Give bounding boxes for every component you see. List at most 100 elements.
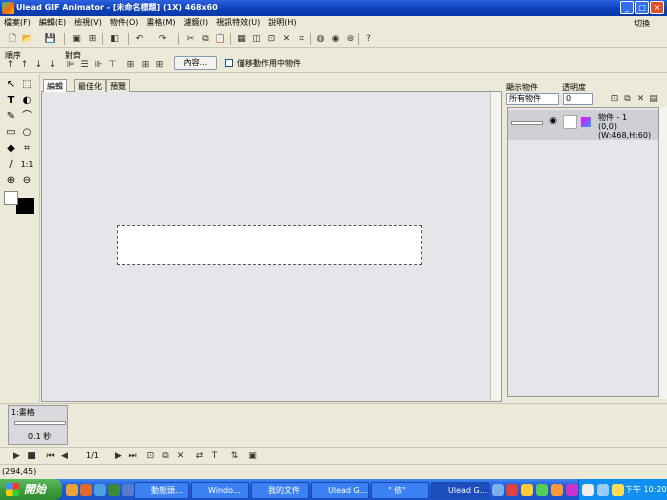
- prev-frame-icon[interactable]: ◀: [58, 450, 71, 462]
- duplicate-object-icon[interactable]: ⧉: [621, 93, 634, 105]
- transform-icon[interactable]: ◐: [20, 94, 34, 108]
- save-icon[interactable]: 💾: [44, 33, 57, 45]
- tray-icon-5[interactable]: [566, 484, 578, 496]
- move-active-checkbox[interactable]: [225, 59, 233, 67]
- redo-icon[interactable]: ↷: [156, 33, 169, 45]
- frame-props-icon[interactable]: ◫: [250, 33, 263, 45]
- send-backward-icon[interactable]: ↓: [32, 59, 45, 71]
- zoom-out-icon[interactable]: ⊖: [20, 174, 34, 188]
- undo-icon[interactable]: ↶: [133, 33, 146, 45]
- open-icon[interactable]: 📂: [21, 33, 34, 45]
- last-frame-icon[interactable]: ⏭: [126, 450, 139, 462]
- lasso-icon[interactable]: ⌒: [20, 110, 34, 124]
- opacity-input[interactable]: 0: [563, 93, 593, 105]
- task-button-4[interactable]: Ulead G...: [311, 482, 369, 499]
- tray-icon-6[interactable]: [582, 484, 594, 496]
- menu-object[interactable]: 物件(O): [106, 16, 143, 30]
- text-effect-icon[interactable]: T: [208, 450, 221, 462]
- zoom-in-icon[interactable]: ⊕: [4, 174, 18, 188]
- bring-forward-icon[interactable]: ↑: [18, 59, 31, 71]
- tween-icon[interactable]: ⇄: [193, 450, 206, 462]
- menu-video-effects[interactable]: 視訊特效(U): [212, 16, 264, 30]
- task-button-5[interactable]: " 依": [371, 482, 429, 499]
- delete-frame-button-icon[interactable]: ✕: [174, 450, 187, 462]
- text-tool-icon[interactable]: T: [4, 94, 18, 108]
- optimize-icon[interactable]: ◉: [329, 33, 342, 45]
- frame-props-button-icon[interactable]: ▣: [246, 450, 259, 462]
- task-button-1[interactable]: 動態頭...: [134, 482, 189, 499]
- tray-icon-8[interactable]: [612, 484, 624, 496]
- stop-icon[interactable]: ■: [25, 450, 38, 462]
- delete-object-icon[interactable]: ✕: [634, 93, 647, 105]
- tray-icon-7[interactable]: [597, 484, 609, 496]
- color-icon[interactable]: ◧: [108, 33, 121, 45]
- eraser-icon[interactable]: ▭: [4, 126, 18, 140]
- maximize-button[interactable]: □: [635, 1, 649, 14]
- object-lock-box[interactable]: [563, 115, 577, 129]
- eyedropper-icon[interactable]: ∕: [4, 158, 18, 172]
- close-button[interactable]: ×: [650, 1, 664, 14]
- tray-arrow-icon[interactable]: [492, 484, 504, 496]
- globe-icon[interactable]: ◍: [314, 33, 327, 45]
- quicklaunch-icon-5[interactable]: [122, 484, 134, 496]
- marquee-icon[interactable]: ⬚: [20, 78, 34, 92]
- task-button-6[interactable]: Ulead G...: [431, 482, 489, 499]
- actual-size-icon[interactable]: 1:1: [20, 158, 34, 172]
- reverse-icon[interactable]: ⇅: [228, 450, 241, 462]
- tray-icon-1[interactable]: [506, 484, 518, 496]
- grid-alt-icon[interactable]: ⊞: [153, 59, 166, 71]
- add-video-icon[interactable]: ⊞: [86, 33, 99, 45]
- paste-icon[interactable]: 📋: [214, 33, 227, 45]
- minimize-button[interactable]: _: [620, 1, 634, 14]
- tab-preview[interactable]: 預覽: [106, 79, 130, 92]
- object-filter-select[interactable]: 所有物件: [506, 93, 559, 105]
- duplicate-icon[interactable]: ⊡: [265, 33, 278, 45]
- menu-file[interactable]: 檔案(F): [0, 16, 35, 30]
- help-icon[interactable]: ?: [362, 33, 375, 45]
- task-button-3[interactable]: 我的文件: [251, 482, 309, 499]
- quicklaunch-icon-4[interactable]: [108, 484, 120, 496]
- tray-icon-2[interactable]: [521, 484, 533, 496]
- tab-optimize[interactable]: 最佳化: [74, 79, 106, 92]
- canvas[interactable]: [117, 225, 422, 265]
- brush-icon[interactable]: ✎: [4, 110, 18, 124]
- menu-help[interactable]: 說明(H): [264, 16, 300, 30]
- first-frame-icon[interactable]: ⏮: [44, 450, 57, 462]
- tab-edit[interactable]: 編輯: [43, 79, 67, 92]
- bring-front-icon[interactable]: ↑: [4, 59, 17, 71]
- crop-icon[interactable]: ⌗: [295, 33, 308, 45]
- send-back-icon[interactable]: ↓: [46, 59, 59, 71]
- menu-filter[interactable]: 濾鏡(I): [180, 16, 213, 30]
- eye-icon[interactable]: ◉: [547, 116, 559, 128]
- object-list-scrollbar[interactable]: [659, 107, 667, 399]
- quicklaunch-icon-2[interactable]: [80, 484, 92, 496]
- content-button[interactable]: 內容...: [174, 56, 217, 70]
- ellipse-icon[interactable]: ○: [20, 126, 34, 140]
- play-icon[interactable]: ▶: [10, 450, 23, 462]
- add-frame-icon[interactable]: ⊡: [144, 450, 157, 462]
- switch-button[interactable]: 切換: [634, 17, 650, 31]
- tray-icon-3[interactable]: [536, 484, 548, 496]
- add-image-icon[interactable]: ▣: [70, 33, 83, 45]
- new-object-icon[interactable]: ⊡: [608, 93, 621, 105]
- new-icon[interactable]: 🗋: [6, 33, 19, 45]
- menu-edit[interactable]: 編輯(E): [35, 16, 70, 30]
- background-color-swatch[interactable]: [16, 198, 34, 214]
- quicklaunch-icon-1[interactable]: [66, 484, 78, 496]
- distribute-icon[interactable]: ⊞: [124, 59, 137, 71]
- align-top-icon[interactable]: ⊤: [106, 59, 119, 71]
- next-frame-icon[interactable]: ▶: [112, 450, 125, 462]
- object-props-icon[interactable]: ▤: [647, 93, 660, 105]
- pointer-icon[interactable]: ↖: [4, 78, 18, 92]
- align-left-icon[interactable]: ⊫: [64, 59, 77, 71]
- vertical-scrollbar[interactable]: [490, 92, 501, 400]
- task-button-2[interactable]: Windo...: [191, 482, 249, 499]
- align-right-icon[interactable]: ⊪: [92, 59, 105, 71]
- tray-icon-4[interactable]: [551, 484, 563, 496]
- cut-icon[interactable]: ✂: [184, 33, 197, 45]
- menu-frame[interactable]: 畫格(M): [142, 16, 179, 30]
- align-center-icon[interactable]: ☰: [78, 59, 91, 71]
- delete-frame-icon[interactable]: ✕: [280, 33, 293, 45]
- quicklaunch-icon-3[interactable]: [94, 484, 106, 496]
- duplicate-frame-icon[interactable]: ⧉: [159, 450, 172, 462]
